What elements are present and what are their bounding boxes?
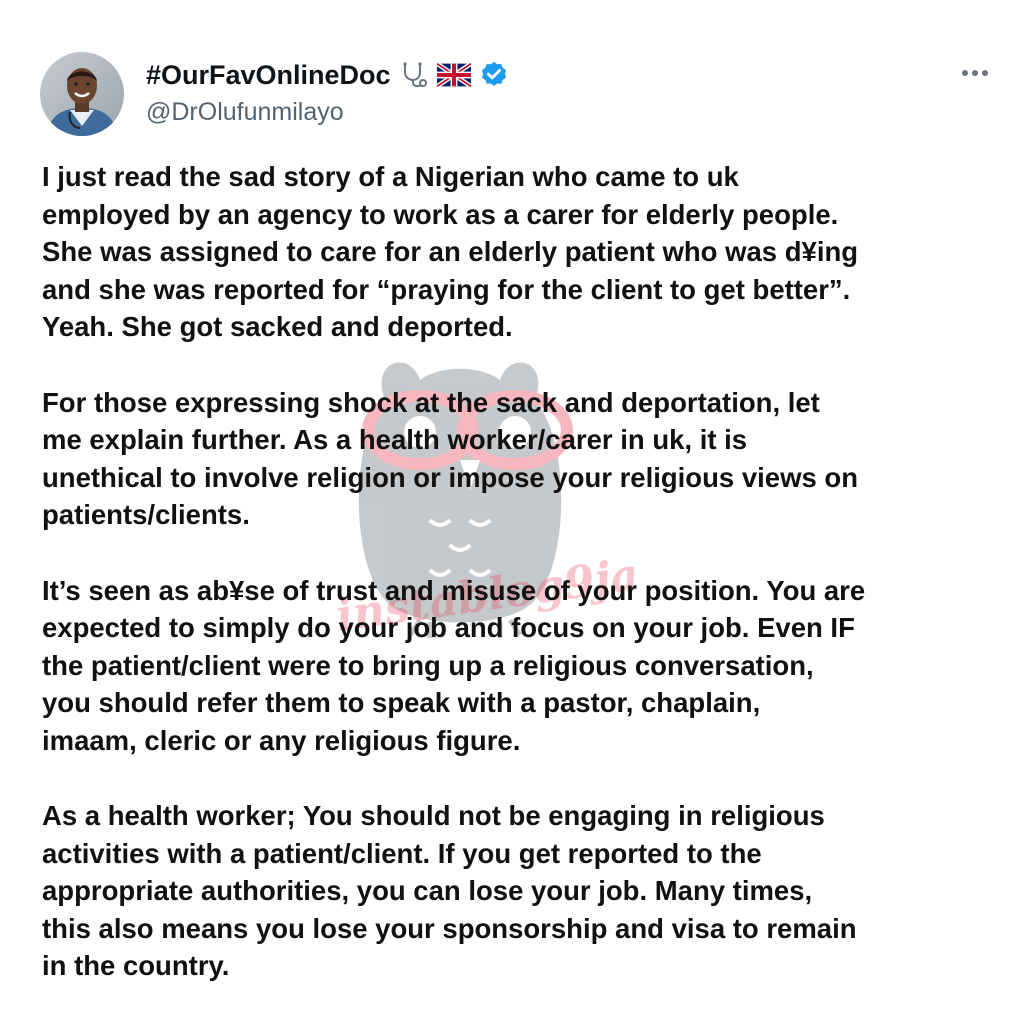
tweet-line: imaam, cleric or any religious figure. <box>42 724 521 756</box>
tweet-line: patients/clients. <box>42 499 250 530</box>
tweet-line: and she was reported for “praying for th… <box>42 273 851 305</box>
more-dot-icon <box>962 70 968 76</box>
tweet-line: unethical to involve religion or impose … <box>42 461 858 493</box>
tweet-line: me explain further. As a health worker/c… <box>42 424 748 455</box>
display-name[interactable]: #OurFavOnlineDoc <box>146 60 391 91</box>
tweet-line: appropriate authorities, you can lose yo… <box>42 875 813 906</box>
tweet-paragraph: I just read the sad story of a Nigerian … <box>42 158 992 346</box>
tweet-line: in the country. <box>42 950 230 981</box>
tweet-line: I just read the sad story of a Nigerian … <box>42 161 739 192</box>
tweet-text: I just read the sad story of a Nigerian … <box>42 158 992 985</box>
tweet-line: expected to simply do your job and focus… <box>42 612 855 643</box>
uk-flag-icon <box>436 63 471 87</box>
avatar[interactable] <box>40 52 124 136</box>
tweet-line: It’s seen as ab¥se of trust and misuse o… <box>42 574 866 606</box>
tweet-line: you should refer them to speak with a pa… <box>42 687 761 718</box>
more-options-button[interactable] <box>952 58 998 88</box>
tweet-line: employed by an agency to work as a carer… <box>42 198 839 230</box>
more-dot-icon <box>972 70 978 76</box>
tweet-line: activities with a patient/client. If you… <box>42 837 762 869</box>
tweet-line: the patient/client were to bring up a re… <box>42 649 814 681</box>
tweet-line: For those expressing shock at the sack a… <box>42 386 820 418</box>
tweet-paragraph: For those expressing shock at the sack a… <box>42 384 992 534</box>
profile-photo <box>40 52 124 136</box>
tweet-paragraph: As a health worker; You should not be en… <box>42 797 992 985</box>
verified-badge-icon <box>479 60 509 90</box>
tweet-line: this also means you lose your sponsorshi… <box>42 912 857 944</box>
display-name-row: #OurFavOnlineDoc <box>146 58 509 92</box>
user-handle[interactable]: @DrOlufunmilayo <box>146 98 344 127</box>
more-dot-icon <box>982 70 988 76</box>
tweet-line: She was assigned to care for an elderly … <box>42 236 859 267</box>
tweet-line: As a health worker; You should not be en… <box>42 800 825 831</box>
stethoscope-icon <box>399 60 429 90</box>
tweet-line: Yeah. She got sacked and deported. <box>42 311 513 342</box>
tweet-paragraph: It’s seen as ab¥se of trust and misuse o… <box>42 572 992 760</box>
